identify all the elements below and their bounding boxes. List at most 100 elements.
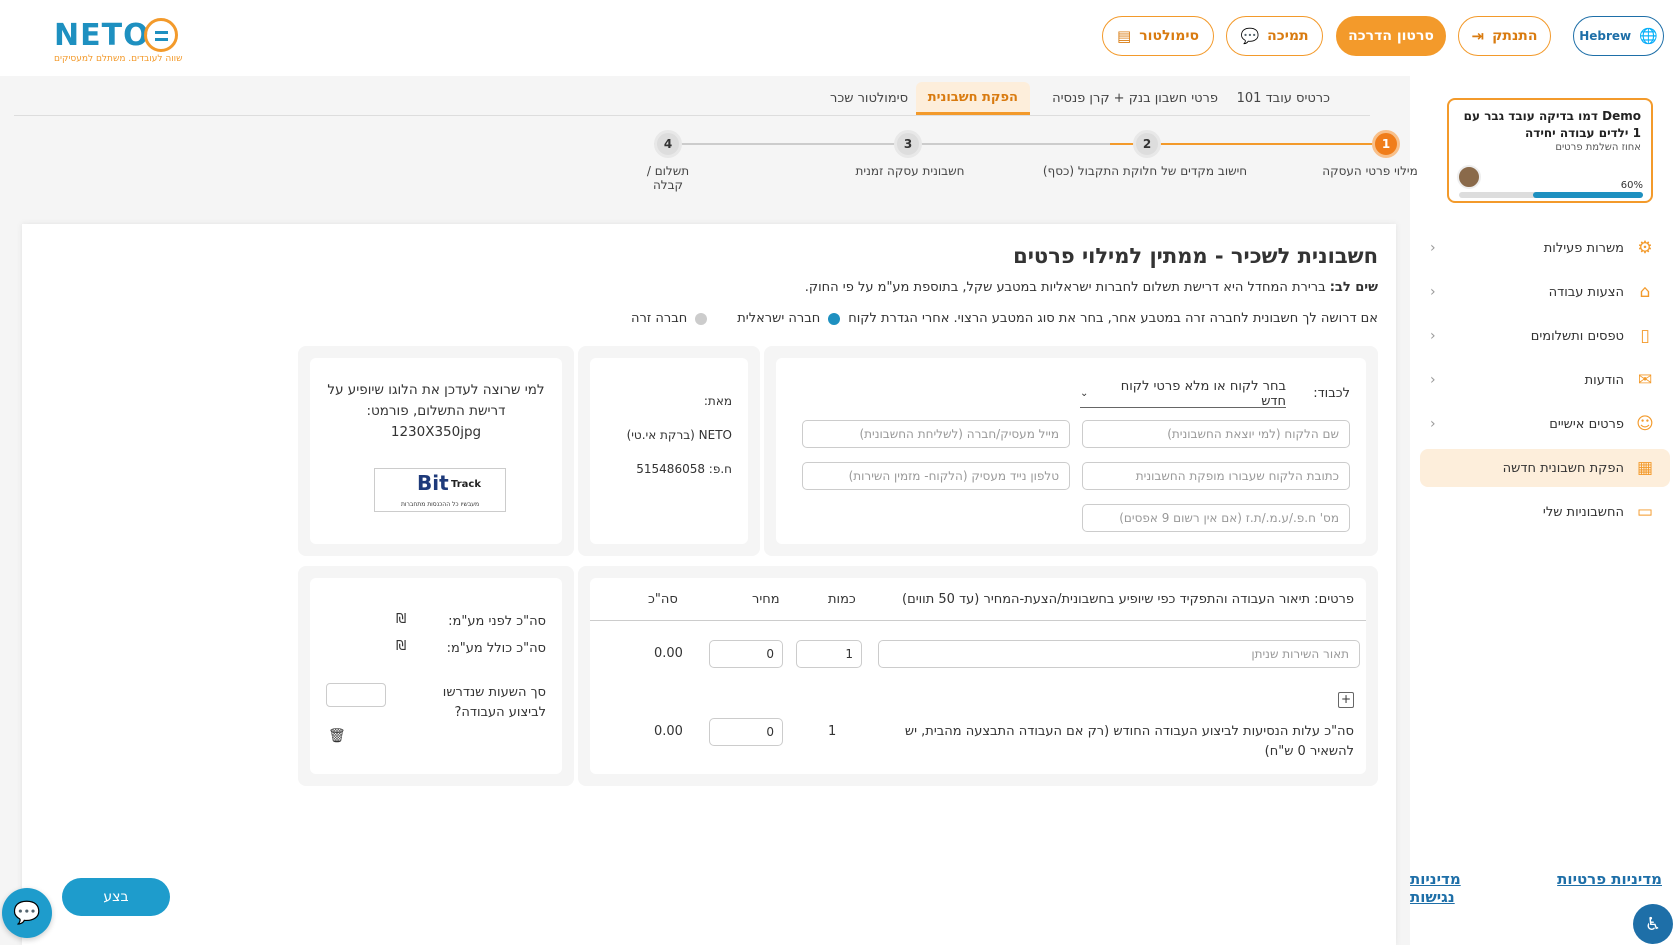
customer-panel: לכבוד: בחר לקוח או מלא פרטי לקוח חדש ⌄ ש… [764,346,1378,556]
tab-bank-pension[interactable]: פרטי חשבון בנק + קרן פנסיה [1040,82,1230,115]
row-total: 0.00 [654,646,683,661]
totals-panel: סה"כ לפני מע"מ: ₪ סה"כ כולל מע"מ: ₪ סך ה… [298,566,574,786]
logo-text: NETO [54,18,150,53]
employer-email-field[interactable]: מייל מעסיק/חברה (לשליחת החשבונית) [802,420,1070,448]
radio-foreign-company[interactable] [695,312,708,325]
language-button[interactable]: Hebrew 🌐 [1573,16,1664,56]
invoice-form-card: חשבונית לשכיר - ממתין למילוי פרטים שים ל… [22,224,1396,945]
default-note: שים לב: ברירת המחדל היא דרישת תשלום לחבר… [805,280,1378,295]
step-connector [654,143,874,145]
bittrack-slogan: מעבשיו כל ההכנסות מתחברות [400,501,480,508]
logo-equals-icon [144,18,178,52]
bittrack-bit: Bit [417,471,449,495]
tab-label: כרטיס עובד 101 [1236,91,1330,106]
gear-icon: ⚙ [1637,238,1653,258]
user-icon: ☺ [1636,414,1654,434]
sidebar-item-label: משרות פעילות [1543,240,1624,256]
sidebar-item-personal-details[interactable]: ☺ פרטים אישיים ‹ [1420,405,1670,443]
header-total: סה"כ [648,592,678,607]
tab-invoice[interactable]: הפקת חשבונית [915,82,1030,115]
service-description-field[interactable]: תאור השירות שניתן [878,640,1360,668]
privacy-policy-link[interactable]: מדיניות פרטיות [1557,870,1662,888]
sidebar-item-label: טפסים ותשלומים [1530,328,1624,344]
sidebar-item-my-invoices[interactable]: ▭ החשבוניות שלי [1420,493,1670,531]
customer-select[interactable]: בחר לקוח או מלא פרטי לקוח חדש ⌄ [1080,378,1286,409]
guide-video-label: סרטון הדרכה [1348,28,1434,44]
chat-icon[interactable]: 💬 [2,888,52,938]
bittrack-track: Track [451,479,481,490]
total-with-vat-label: סה"כ כולל מע"מ: [446,641,546,656]
tab-label: סימולטור שכר [830,91,908,106]
accessibility-icon[interactable]: ♿ [1633,904,1673,944]
from-company: NETO (ברקת אי.טי) [626,428,732,442]
completion-progress-fill [1532,192,1643,198]
items-panel-inner: פרטים: תיאור העבודה והתפקיד כפי שיופיע ב… [590,578,1366,774]
step-3[interactable]: 3 [894,130,922,158]
neto-logo[interactable]: NETO שווה לעובדים. משתלם למעסיקים [54,18,182,64]
step-4[interactable]: 4 [654,130,682,158]
currency-symbol: ₪ [396,612,407,627]
chevron-left-icon: ‹ [1430,240,1436,256]
simulator-button[interactable]: סימולטור ▤ [1102,16,1214,56]
travel-quantity: 1 [828,724,837,739]
sidebar-item-label: החשבוניות שלי [1542,504,1624,520]
customer-name-field[interactable]: שם הלקוח (למי יוצאת החשבונית) [1082,420,1350,448]
note-bold: שים לב: [1329,280,1378,295]
submit-button[interactable]: בצע [62,878,170,916]
logo-panel-inner: למי שרוצה לעדכן את הלוגו שיופיע על דרישת… [310,358,562,544]
logo-panel: למי שרוצה לעדכן את הלוגו שיופיע על דרישת… [298,346,574,556]
bittrack-logo-image[interactable]: Bit Track מעבשיו כל ההכנסות מתחברות [374,468,506,512]
from-panel-inner: מאת: NETO (ברקת אי.טי) ח.פ: 515486058 [590,358,748,544]
hours-input[interactable] [326,683,386,707]
tab-employee-card[interactable]: כרטיס עובד 101 [1225,82,1342,115]
chevron-left-icon: ‹ [1430,284,1436,300]
sidebar-item-job-offers[interactable]: ⌂ הצעות עבודה ‹ [1420,273,1670,311]
chair-icon: ⌂ [1639,282,1651,302]
currency-selector: אם דרושה לך חשבונית לחברה זרה במטבע אחר,… [631,311,1378,326]
tab-label: פרטי חשבון בנק + קרן פנסיה [1052,91,1218,106]
step-4-label: תשלום / קבלה [646,164,690,192]
totals-panel-inner: סה"כ לפני מע"מ: ₪ סה"כ כולל מע"מ: ₪ סך ה… [310,578,562,774]
demo-profile-card[interactable]: Demo דמו בדיקה עובד גבר עם 1 ילדים עבודה… [1447,98,1653,203]
sidebar-item-active-jobs[interactable]: ⚙ משרות פעילות ‹ [1420,229,1670,267]
logout-label: התנתק [1492,28,1538,44]
customer-address-field[interactable]: כתובת הלקוח שעבורו מופקת החשבונית [1082,462,1350,490]
calculator-icon: ▤ [1117,27,1132,45]
travel-price-field[interactable]: 0 [709,718,783,746]
radio-israeli-company[interactable] [828,312,841,325]
support-button[interactable]: תמיכה 💬 [1226,16,1323,56]
tax-id-field[interactable]: מס' ח.פ./ע.מ./ת.ז (אם אין רשום 9 אפסים) [1082,504,1350,532]
support-label: תמיכה [1267,28,1309,44]
employer-phone-field[interactable]: טלפון נייד מעסיק (הלקוח- מזמין השירות) [802,462,1070,490]
travel-total: 0.00 [654,724,683,739]
trash-icon[interactable]: 🗑 [328,728,346,744]
customer-select-value: בחר לקוח או מלא פרטי לקוח חדש [1120,378,1286,409]
tab-salary-simulator[interactable]: סימולטור שכר [818,82,920,115]
price-field[interactable]: 0 [709,640,783,668]
invoice-icon: ▦ [1636,458,1654,478]
logout-icon: ⇥ [1471,27,1485,45]
sidebar-item-forms-payments[interactable]: ▯ טפסים ותשלומים ‹ [1420,317,1670,355]
step-2-label: חישוב מקדים של חלוקת התקבול (כסף) [1042,164,1248,178]
chevron-down-icon: ⌄ [1080,388,1089,399]
total-before-vat-label: סה"כ לפני מע"מ: [448,614,546,629]
add-row-icon[interactable]: + [1338,692,1354,708]
completion-progress-bar [1459,192,1643,198]
step-2[interactable]: 2 [1133,130,1161,158]
logout-button[interactable]: התנתק ⇥ [1458,16,1551,56]
sidebar-item-new-invoice[interactable]: ▦ הפקת חשבונית חדשה [1420,449,1670,487]
globe-icon: 🌐 [1639,27,1658,45]
sidebar-item-messages[interactable]: ✉ הודעות ‹ [1420,361,1670,399]
folder-icon: ▭ [1636,502,1654,522]
quantity-field[interactable]: 1 [796,640,862,668]
hours-label: סך השעות שנדרשו לביצוע העבודה? [442,685,546,720]
step-1[interactable]: 1 [1372,130,1400,158]
table-divider [590,620,1366,621]
accessibility-policy-link[interactable]: מדיניות נגישות [1410,870,1506,906]
from-company-id: ח.פ: 515486058 [636,462,732,476]
chevron-left-icon: ‹ [1430,328,1436,344]
guide-video-button[interactable]: סרטון הדרכה [1336,16,1446,56]
page-title: חשבונית לשכיר - ממתין למילוי פרטים [1013,244,1378,268]
sidebar-item-label: פרטים אישיים [1549,416,1624,432]
radio-israeli-label: חברה ישראלית [737,311,821,326]
